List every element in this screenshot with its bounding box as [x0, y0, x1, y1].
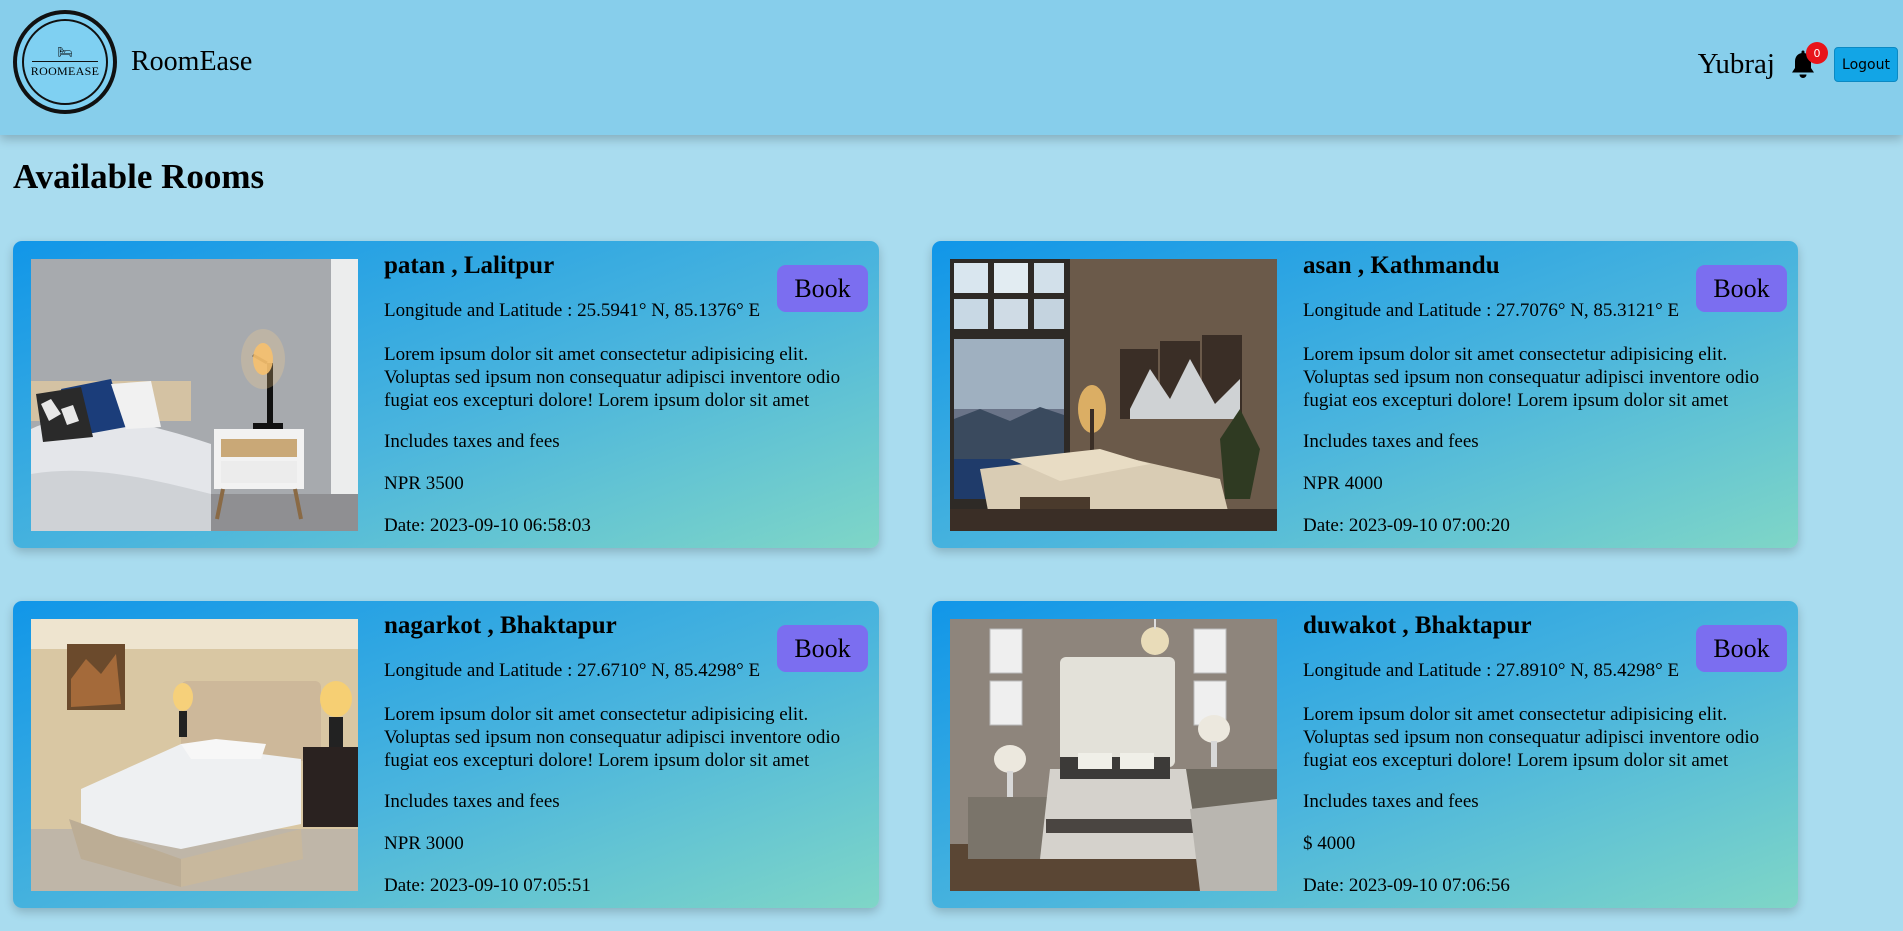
- room-taxes-note: Includes taxes and fees: [1303, 431, 1479, 452]
- logout-button[interactable]: Logout: [1834, 47, 1898, 82]
- room-price: NPR 3500: [384, 473, 464, 494]
- room-image: [31, 259, 358, 531]
- logo-divider: [32, 60, 98, 62]
- page-title: Available Rooms: [13, 157, 265, 196]
- room-image: [31, 619, 358, 891]
- room-card: patan , Lalitpur Longitude and Latitude …: [13, 241, 879, 548]
- room-title: patan , Lalitpur: [384, 252, 555, 279]
- notification-badge: 0: [1806, 42, 1828, 64]
- book-button[interactable]: Book: [1696, 625, 1787, 672]
- room-taxes-note: Includes taxes and fees: [384, 791, 560, 812]
- room-coordinates: Longitude and Latitude : 25.5941° N, 85.…: [384, 300, 761, 321]
- room-coordinates: Longitude and Latitude : 27.8910° N, 85.…: [1303, 660, 1680, 681]
- room-image: [950, 259, 1277, 531]
- room-image: [950, 619, 1277, 891]
- room-date: Date: 2023-09-10 06:58:03: [384, 515, 591, 536]
- bed-icon: 🛏: [57, 44, 73, 59]
- room-date: Date: 2023-09-10 07:06:56: [1303, 875, 1510, 896]
- book-button[interactable]: Book: [1696, 265, 1787, 312]
- room-taxes-note: Includes taxes and fees: [1303, 791, 1479, 812]
- room-taxes-note: Includes taxes and fees: [384, 431, 560, 452]
- user-name[interactable]: Yubraj: [1698, 48, 1775, 81]
- book-button[interactable]: Book: [777, 625, 868, 672]
- logo-text: ROOMEASE: [30, 63, 100, 78]
- room-card: asan , Kathmandu Longitude and Latitude …: [932, 241, 1798, 548]
- room-description: Lorem ipsum dolor sit amet consectetur a…: [1303, 344, 1760, 411]
- room-card: duwakot , Bhaktapur Longitude and Latitu…: [932, 601, 1798, 908]
- top-navbar: 🛏 ROOMEASE RoomEase Yubraj 0 Logout: [0, 0, 1903, 135]
- room-description: Lorem ipsum dolor sit amet consectetur a…: [384, 704, 841, 771]
- room-price: NPR 3000: [384, 833, 464, 854]
- room-description: Lorem ipsum dolor sit amet consectetur a…: [1303, 704, 1760, 771]
- logo-inner-ring: 🛏 ROOMEASE: [22, 19, 108, 105]
- room-card: nagarkot , Bhaktapur Longitude and Latit…: [13, 601, 879, 908]
- room-title: nagarkot , Bhaktapur: [384, 612, 617, 639]
- room-coordinates: Longitude and Latitude : 27.6710° N, 85.…: [384, 660, 761, 681]
- room-date: Date: 2023-09-10 07:00:20: [1303, 515, 1510, 536]
- room-title: duwakot , Bhaktapur: [1303, 612, 1532, 639]
- book-button[interactable]: Book: [777, 265, 868, 312]
- room-price: $ 4000: [1303, 833, 1356, 854]
- room-description: Lorem ipsum dolor sit amet consectetur a…: [384, 344, 841, 411]
- room-date: Date: 2023-09-10 07:05:51: [384, 875, 591, 896]
- room-price: NPR 4000: [1303, 473, 1383, 494]
- room-coordinates: Longitude and Latitude : 27.7076° N, 85.…: [1303, 300, 1680, 321]
- brand-name[interactable]: RoomEase: [131, 46, 252, 78]
- room-title: asan , Kathmandu: [1303, 252, 1500, 279]
- roomease-logo[interactable]: 🛏 ROOMEASE: [13, 10, 117, 114]
